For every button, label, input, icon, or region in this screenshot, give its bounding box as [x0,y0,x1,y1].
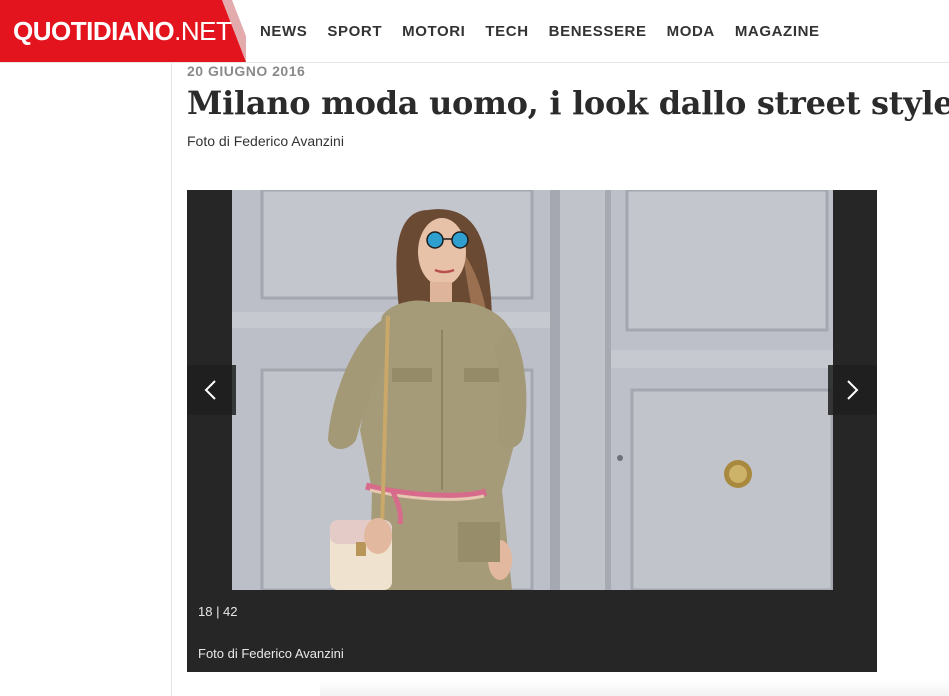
gallery-counter: 18 | 42 [198,604,238,619]
article-title: Milano moda uomo, i look dallo street st… [187,84,949,122]
chevron-right-icon [847,380,859,400]
nav-item-sport[interactable]: SPORT [327,23,382,40]
nav-item-news[interactable]: NEWS [260,23,307,40]
left-sidebar [0,63,172,696]
gallery-prev-button[interactable] [187,365,236,415]
logo-text-light: .NET [174,16,232,46]
gallery-next-button[interactable] [828,365,877,415]
nav-item-tech[interactable]: TECH [485,23,528,40]
photo-gallery: 18 | 42 Foto di Federico Avanzini [187,190,877,672]
main-nav: NEWS SPORT MOTORI TECH BENESSERE MODA MA… [260,0,840,62]
nav-item-motori[interactable]: MOTORI [402,23,465,40]
nav-item-moda[interactable]: MODA [667,23,715,40]
page-bottom-shadow [320,680,949,696]
site-header: QUOTIDIANO.NET NEWS SPORT MOTORI TECH BE… [0,0,949,63]
gallery-caption: Foto di Federico Avanzini [198,646,344,661]
logo-text: QUOTIDIANO.NET [13,16,232,46]
chevron-left-icon [204,380,216,400]
street-style-photo [232,190,833,590]
gallery-photo[interactable] [232,190,833,590]
site-logo[interactable]: QUOTIDIANO.NET [0,0,246,62]
logo-text-bold: QUOTIDIANO [13,16,175,46]
article-date: 20 GIUGNO 2016 [187,63,306,79]
article-byline: Foto di Federico Avanzini [187,133,344,149]
nav-item-magazine[interactable]: MAGAZINE [735,23,820,40]
nav-item-benessere[interactable]: BENESSERE [549,23,647,40]
